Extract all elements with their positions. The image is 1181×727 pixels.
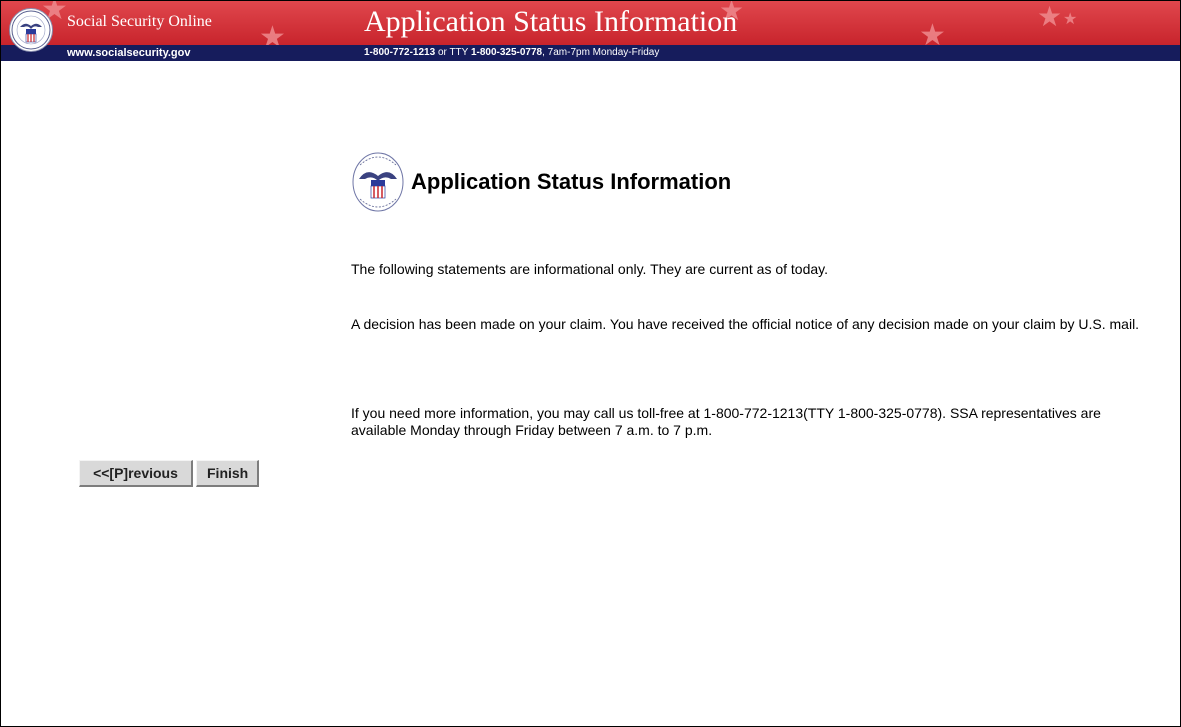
status-paragraph-decision: A decision has been made on your claim. …	[351, 316, 1140, 332]
heading-row: Application Status Information	[351, 151, 1131, 213]
site-url[interactable]: www.socialsecurity.gov	[67, 46, 191, 60]
ssa-seal-icon	[351, 151, 405, 213]
star-icon: ★	[1037, 1, 1063, 33]
previous-button[interactable]: <<[P]revious	[79, 460, 193, 487]
page-frame: ★ ★ ★ ★ ★ ★ Social Security Online Appli…	[0, 0, 1181, 727]
star-icon: ★	[1063, 9, 1078, 28]
phone-or: or TTY	[435, 47, 471, 58]
banner-title: Application Status Information	[364, 5, 738, 38]
star-icon: ★	[919, 18, 946, 46]
phone-hours: , 7am-7pm Monday-Friday	[542, 47, 660, 58]
status-paragraph-contact: If you need more information, you may ca…	[351, 405, 1101, 438]
header-banner: ★ ★ ★ ★ ★ ★ Social Security Online Appli…	[1, 1, 1180, 45]
phone-tty: 1-800-325-0778	[470, 47, 543, 58]
finish-button[interactable]: Finish	[196, 460, 259, 487]
site-name[interactable]: Social Security Online	[67, 13, 212, 31]
ssa-seal-icon[interactable]	[9, 8, 53, 52]
status-paragraph-intro: The following statements are information…	[351, 261, 829, 277]
star-icon: ★	[259, 20, 286, 46]
main-content: Application Status Information The follo…	[351, 151, 1139, 438]
page-heading: Application Status Information	[411, 169, 732, 194]
phone-main: 1-800-772-1213	[364, 47, 436, 58]
phone-line: 1-800-772-1213 or TTY 1-800-325-0778, 7a…	[364, 46, 659, 60]
